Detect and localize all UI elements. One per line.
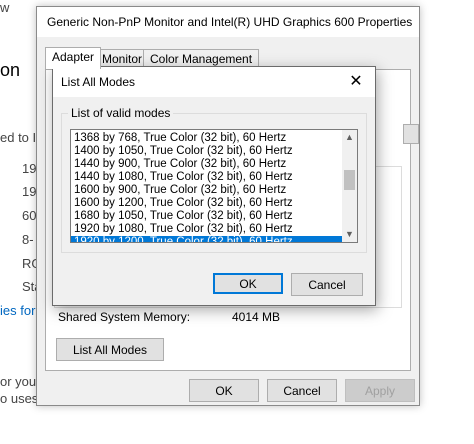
bg-text-fragment: 8- [22,232,34,247]
modes-list: 1368 by 768, True Color (32 bit), 60 Her… [71,132,342,242]
cancel-button[interactable]: Cancel [267,379,337,402]
dialog-cancel-button[interactable]: Cancel [291,273,363,296]
apply-button: Apply [345,379,415,402]
bg-text-fragment: 19 [22,161,37,176]
close-icon[interactable]: ✕ [345,71,367,93]
list-all-modes-dialog: List All Modes ✕ List of valid modes 136… [52,66,376,306]
ok-button[interactable]: OK [189,379,259,402]
mode-list-item[interactable]: 1680 by 1050, True Color (32 bit), 60 He… [71,210,342,223]
properties-title: Generic Non-PnP Monitor and Intel(R) UHD… [47,15,413,29]
mode-list-item[interactable]: 1600 by 1200, True Color (32 bit), 60 He… [71,197,342,210]
bg-text-fragment: o uses [0,391,39,406]
bg-text-fragment: 19 [22,184,37,199]
modes-scrollbar[interactable]: ▲ ▼ [342,130,357,242]
scroll-down-icon[interactable]: ▼ [342,227,357,242]
valid-modes-group: List of valid modes 1368 by 768, True Co… [61,106,367,253]
scroll-up-icon[interactable]: ▲ [342,130,357,145]
mode-list-item[interactable]: 1920 by 1200, True Color (32 bit), 60 He… [71,236,342,242]
bg-text-fragment: 60 [22,208,37,223]
tab-adapter[interactable]: Adapter [45,47,102,69]
properties-titlebar[interactable]: Generic Non-PnP Monitor and Intel(R) UHD… [37,7,419,37]
shared-memory-label: Shared System Memory: [58,310,191,324]
bg-text-fragment: or you [0,374,37,389]
modes-listbox[interactable]: 1368 by 768, True Color (32 bit), 60 Her… [70,129,358,243]
mode-list-item[interactable]: 1440 by 900, True Color (32 bit), 60 Her… [71,158,342,171]
mode-list-item[interactable]: 1400 by 1050, True Color (32 bit), 60 He… [71,145,342,158]
bg-text-fragment: w [0,0,10,15]
list-all-modes-button[interactable]: List All Modes [56,338,164,361]
dialog-ok-button[interactable]: OK [213,273,283,294]
mode-list-item[interactable]: 1368 by 768, True Color (32 bit), 60 Her… [71,132,342,145]
adapter-properties-button[interactable] [403,124,419,144]
bg-link-fragment[interactable]: ies for [0,303,35,318]
mode-list-item[interactable]: 1440 by 1080, True Color (32 bit), 60 He… [71,171,342,184]
group-label: List of valid modes [68,106,174,120]
scroll-thumb[interactable] [344,170,355,190]
bg-heading-fragment: on [0,60,21,80]
mode-list-item[interactable]: 1600 by 900, True Color (32 bit), 60 Her… [71,184,342,197]
shared-memory-value: 4014 MB [232,310,281,324]
dialog-titlebar[interactable]: List All Modes ✕ [53,67,375,97]
dialog-title: List All Modes [61,75,136,89]
mode-list-item[interactable]: 1920 by 1080, True Color (32 bit), 60 He… [71,223,342,236]
